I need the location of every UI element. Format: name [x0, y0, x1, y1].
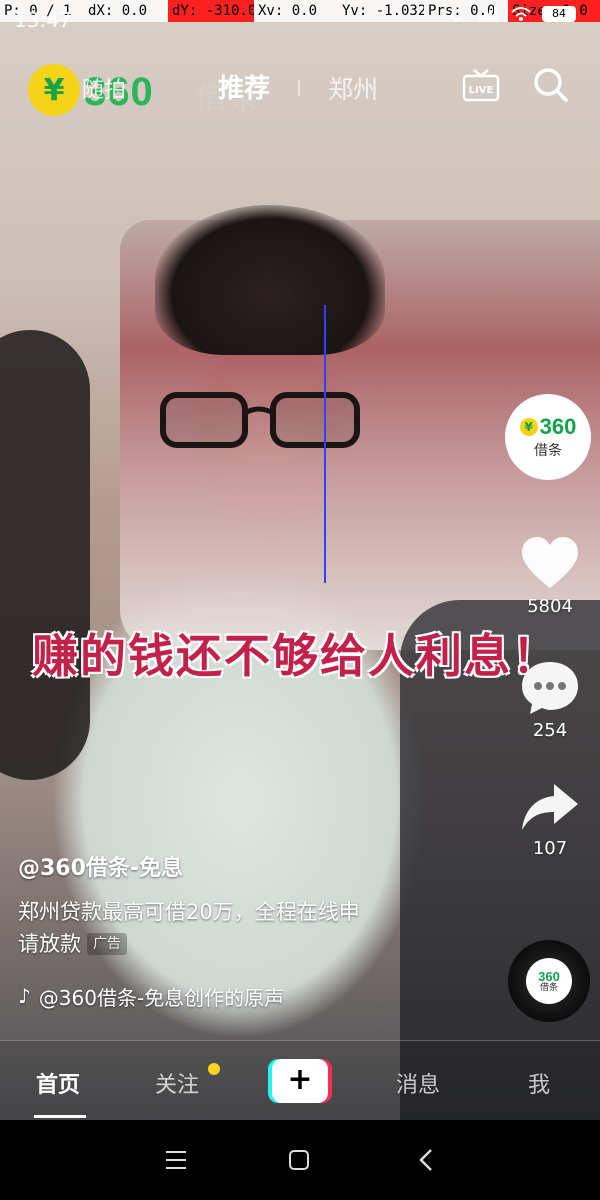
car-seat: [0, 330, 90, 780]
live-label: LIVE: [469, 85, 494, 96]
debug-dy: dY: -310.0: [168, 0, 254, 22]
plus-icon: +: [272, 1059, 328, 1103]
home-icon[interactable]: [288, 1149, 310, 1171]
like-count: 5804: [527, 596, 573, 617]
video-caption: 赚的钱还不够给人利息！: [32, 629, 560, 683]
status-time: 13:47: [14, 8, 72, 32]
notification-dot: [208, 1063, 220, 1075]
share-count: 107: [532, 838, 568, 859]
search-icon[interactable]: [532, 66, 570, 104]
top-bar: ¥ 360 借条 随拍 推荐 郑州 LIVE: [0, 58, 600, 116]
debug-dx: dX: 0.0: [88, 3, 148, 19]
share-icon: [522, 784, 578, 830]
signal-icon: [479, 7, 497, 21]
nav-follow[interactable]: 关注: [155, 1067, 199, 1099]
avatar-brand-num: 360: [539, 414, 577, 439]
tab-city[interactable]: 郑州: [328, 70, 378, 106]
disc-brand-num: 360: [538, 968, 560, 984]
avatar-brand-cn: 借条: [534, 443, 562, 459]
music-disc[interactable]: 360 借条: [508, 940, 590, 1022]
brand-logo-badge: ¥: [28, 64, 80, 116]
author-avatar[interactable]: ¥ 360 借条: [507, 396, 589, 478]
tab-recommend[interactable]: 推荐: [218, 68, 270, 105]
debug-xv: Xv: 0.0: [258, 3, 318, 19]
author-name[interactable]: @360借条-免息: [18, 850, 183, 882]
heart-icon: [522, 537, 578, 588]
comment-button[interactable]: 254: [515, 660, 585, 741]
battery-level: 84: [552, 7, 566, 20]
battery-icon: 84: [542, 6, 576, 22]
back-icon[interactable]: [418, 1148, 434, 1172]
share-button[interactable]: 107: [515, 782, 585, 859]
tab-random[interactable]: 随拍: [82, 72, 126, 104]
nav-home[interactable]: 首页: [36, 1067, 80, 1099]
brand-logo-letter: ¥: [43, 72, 65, 108]
nav-me[interactable]: 我: [528, 1067, 550, 1099]
like-button[interactable]: 5804: [515, 536, 585, 617]
coin-icon: ¥: [519, 418, 538, 436]
comment-icon: [522, 662, 578, 714]
post-description: 郑州贷款最高可借20万，全程在线申 请放款 广告: [18, 896, 428, 960]
bottom-nav: 首页 关注 + 消息 我: [0, 1040, 600, 1120]
glasses-shape: [160, 392, 360, 448]
menu-icon[interactable]: [165, 1150, 187, 1170]
description-line-2-row: 请放款 广告: [18, 928, 428, 960]
tab-divider: [298, 80, 300, 96]
music-title: @360借条-免息创作的原声: [38, 985, 285, 1010]
music-marquee[interactable]: ♪ @360借条-免息创作的原声: [18, 982, 328, 1010]
ad-tag: 广告: [87, 933, 127, 955]
create-button[interactable]: +: [268, 1059, 332, 1103]
alarm-icon: [451, 9, 463, 21]
description-line-1: 郑州贷款最高可借20万，全程在线申: [18, 900, 360, 924]
music-disc-cover: 360 借条: [526, 958, 572, 1004]
description-line-2: 请放款: [18, 932, 81, 956]
touch-trace-line: [324, 305, 326, 583]
comment-count: 254: [532, 720, 568, 741]
live-icon[interactable]: LIVE: [462, 68, 500, 102]
status-icons: 84: [446, 6, 576, 22]
disc-brand-cn: 借条: [539, 982, 558, 993]
nav-messages[interactable]: 消息: [396, 1067, 440, 1099]
person-hair: [155, 205, 385, 355]
nav-active-indicator: [34, 1115, 86, 1118]
debug-yv: Yv: -1.032: [342, 3, 424, 19]
music-note-icon: ♪: [18, 984, 31, 1008]
wifi-icon: [511, 7, 531, 21]
system-nav-bar: [0, 1120, 600, 1200]
